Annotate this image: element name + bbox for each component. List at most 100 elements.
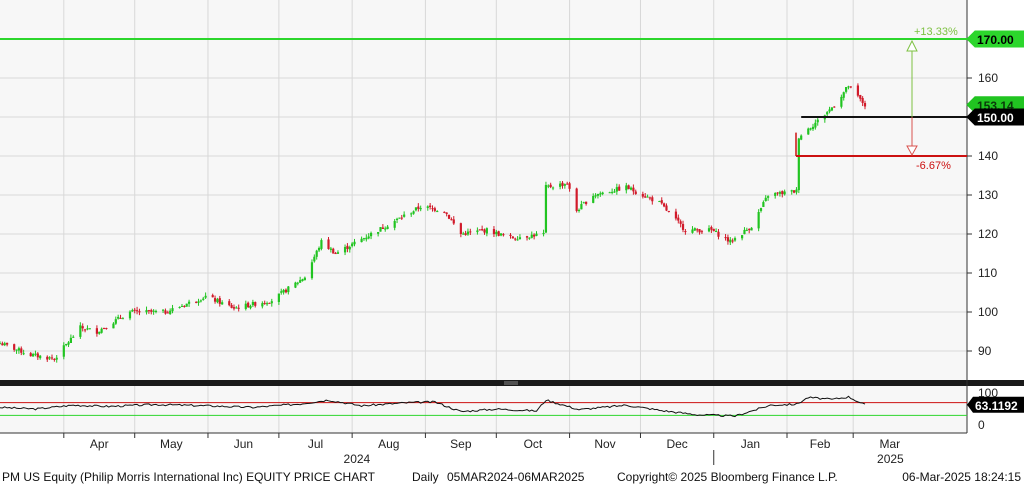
candle-up — [152, 310, 155, 312]
timestamp: 06-Mar-2025 18:24:15 — [902, 470, 1021, 484]
candle-up — [611, 191, 614, 193]
candle-up — [369, 232, 373, 237]
candle-up — [161, 309, 165, 311]
candle-up — [353, 241, 356, 245]
candle-down — [856, 85, 860, 96]
candle-up — [646, 196, 649, 198]
candle-down — [254, 302, 257, 306]
candle-up — [282, 290, 285, 293]
gain-percent-label: +13.33% — [914, 26, 958, 38]
candle-up — [261, 303, 264, 307]
candle-down — [5, 342, 9, 345]
price-chart: +13.33%-6.67% 90100110120130140150160170… — [0, 0, 1024, 485]
candle-up — [516, 239, 519, 241]
candle-down — [450, 219, 453, 221]
candle-up — [826, 112, 829, 115]
candle-down — [429, 205, 432, 208]
price-tick-label: 110 — [978, 266, 997, 280]
candle-up — [592, 195, 595, 203]
month-label: Feb — [810, 437, 831, 451]
price-tick-label: 100 — [978, 305, 998, 319]
candle-down — [483, 229, 486, 233]
candle-up — [764, 197, 767, 202]
candle-up — [55, 357, 58, 360]
candle-down — [833, 106, 836, 108]
candle-up — [842, 92, 845, 98]
candle-up — [171, 308, 174, 312]
candle-up — [530, 234, 533, 238]
chart-title: PM US Equity (Philip Morris Internationa… — [2, 470, 376, 484]
candle-down — [663, 203, 666, 207]
month-label: Apr — [90, 437, 109, 451]
candle-up — [596, 193, 600, 196]
candle-up — [249, 305, 252, 309]
candle-down — [748, 229, 751, 231]
candle-down — [83, 329, 87, 331]
candle-up — [360, 238, 363, 243]
candle-up — [403, 214, 406, 217]
month-label: Oct — [524, 437, 543, 451]
candle-down — [568, 183, 571, 189]
candle-up — [462, 233, 465, 235]
candle-up — [412, 211, 415, 214]
candle-up — [197, 301, 200, 303]
candle-up — [67, 342, 70, 345]
candle-up — [778, 192, 782, 194]
panel-divider[interactable] — [0, 380, 1024, 386]
candle-down — [105, 327, 108, 329]
candle-up — [528, 237, 531, 239]
candle-up — [216, 299, 219, 303]
candle-up — [414, 207, 418, 211]
candle-up — [743, 229, 746, 235]
chart-period: 05MAR2024-06MAR2025 — [447, 470, 585, 484]
candle-down — [849, 86, 852, 88]
price-tick-label: 90 — [978, 344, 992, 358]
candle-down — [684, 231, 687, 233]
candle-up — [313, 256, 316, 262]
candle-down — [492, 229, 496, 235]
candle-down — [138, 311, 141, 313]
candle-down — [651, 197, 654, 202]
candle-down — [674, 211, 678, 219]
candle-up — [809, 128, 812, 130]
candle-down — [36, 353, 39, 358]
candle-up — [795, 189, 798, 193]
candle-down — [46, 356, 49, 360]
candle-up — [343, 246, 347, 253]
candle-up — [797, 138, 800, 191]
candle-down — [566, 183, 569, 185]
candle-down — [863, 103, 867, 107]
candle-up — [185, 303, 188, 307]
candle-up — [762, 202, 765, 207]
candle-up — [112, 323, 115, 329]
candle-down — [284, 289, 288, 293]
candle-up — [582, 202, 585, 204]
price-tick-label: 130 — [978, 188, 998, 202]
candle-up — [386, 226, 389, 230]
candle-down — [561, 182, 564, 186]
month-label: Mar — [879, 437, 900, 451]
candle-up — [594, 195, 597, 197]
candle-up — [48, 357, 51, 359]
candle-down — [346, 245, 349, 249]
candle-down — [400, 217, 403, 219]
candle-up — [235, 307, 238, 309]
candle-down — [469, 231, 472, 233]
month-label: May — [160, 437, 183, 451]
candle-down — [667, 210, 670, 212]
candle-up — [202, 298, 205, 300]
candle-up — [69, 337, 73, 343]
candle-up — [476, 230, 479, 233]
month-label: Aug — [378, 437, 399, 451]
candle-up — [367, 236, 370, 239]
candle-up — [485, 228, 488, 234]
candle-up — [296, 282, 299, 284]
candle-up — [88, 328, 91, 330]
loss-percent-label: -6.67% — [916, 160, 951, 172]
candle-down — [478, 229, 481, 231]
candle-down — [164, 310, 167, 314]
candle-up — [840, 96, 843, 107]
candle-up — [707, 228, 711, 232]
candle-down — [183, 305, 186, 307]
candle-up — [613, 191, 616, 193]
